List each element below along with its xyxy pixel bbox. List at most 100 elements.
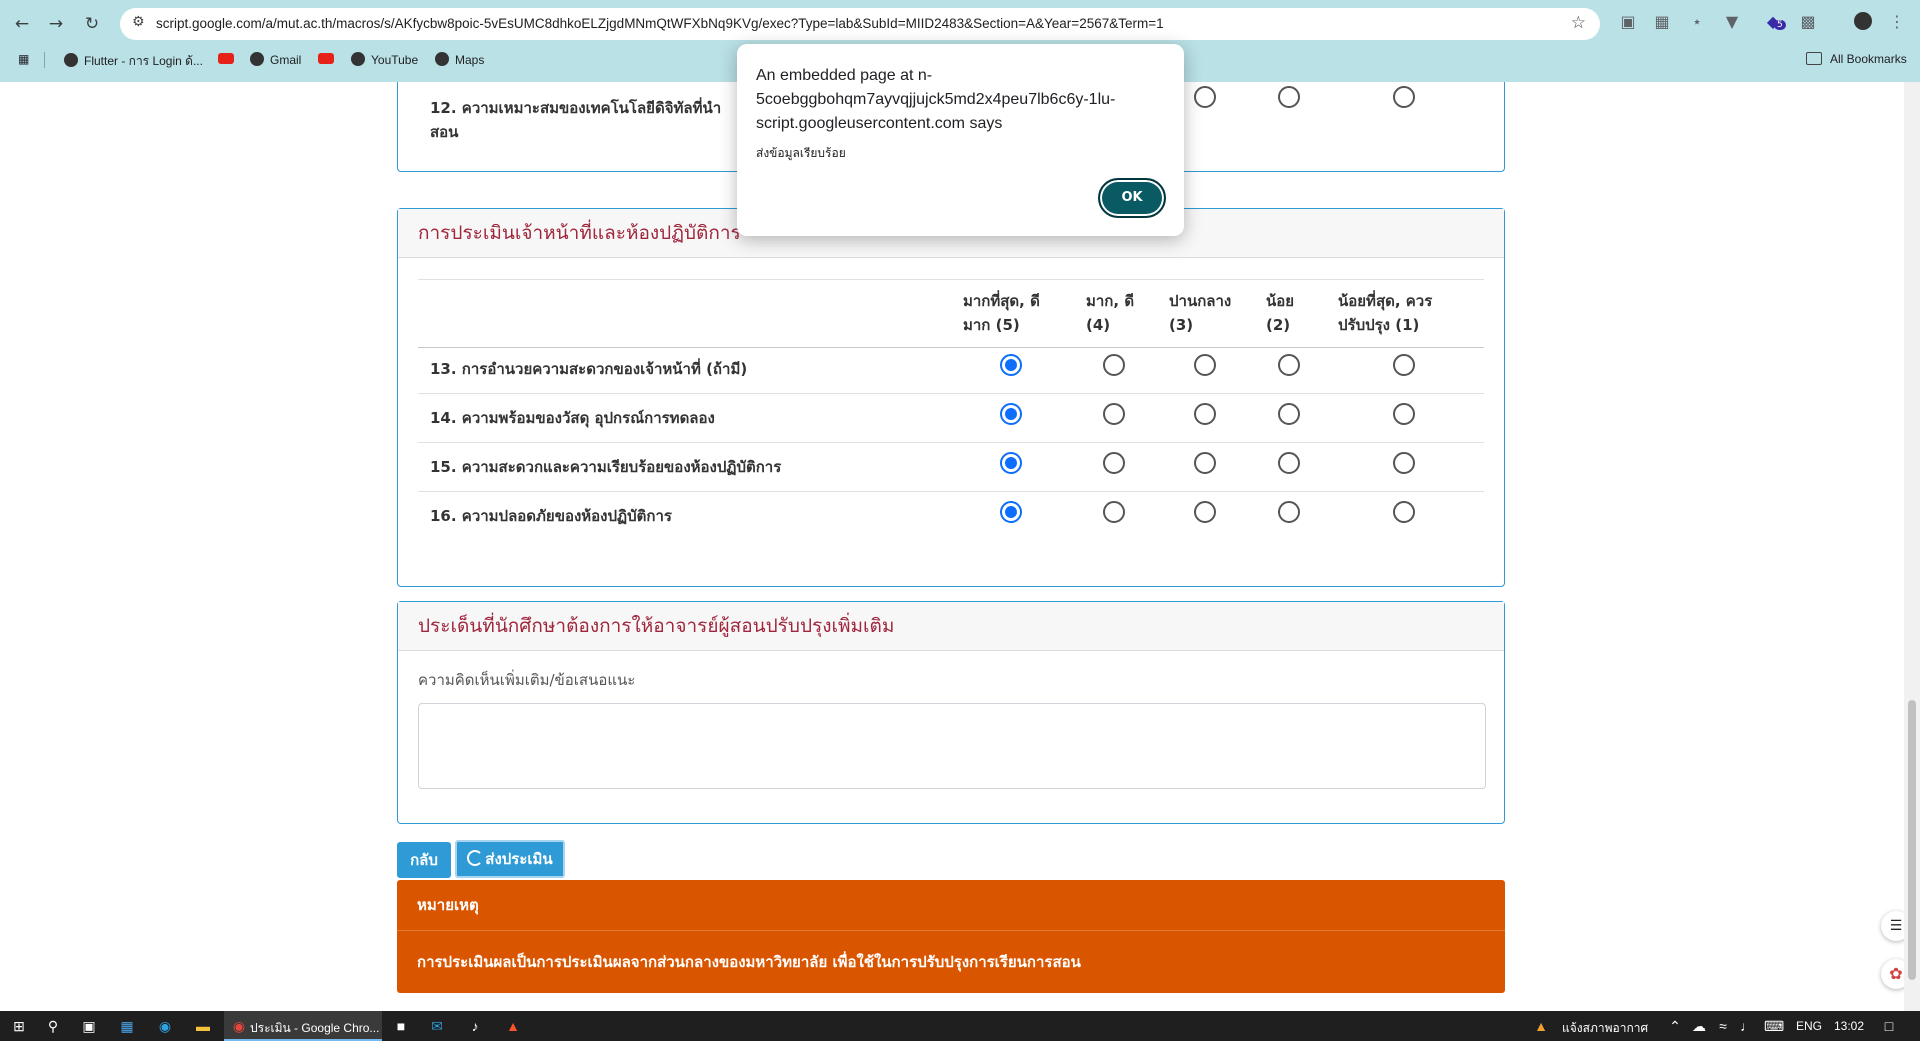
dialog-ok-button[interactable]: OK xyxy=(1098,178,1166,218)
column-header-4: มาก, ดี (4) xyxy=(1086,292,1135,334)
notification-icon[interactable]: □ xyxy=(1880,1017,1898,1035)
scrollbar-thumb[interactable] xyxy=(1908,700,1916,980)
dialog-title: An embedded page at n-5coebggbohqm7ayvqj… xyxy=(756,67,1116,132)
forward-arrow-icon[interactable]: → xyxy=(44,12,68,36)
radio-row12-1[interactable] xyxy=(1393,86,1415,108)
puzzle-icon[interactable]: ▩ xyxy=(1797,12,1819,31)
section-lab-evaluation: การประเมินเจ้าหน้าที่และห้องปฏิบัติการ ม… xyxy=(397,208,1505,587)
menu-kebab-icon[interactable]: ⋮ xyxy=(1886,12,1908,31)
radio-row16-4[interactable] xyxy=(1103,501,1125,523)
column-header-3: ปานกลาง (3) xyxy=(1169,292,1232,334)
search-icon[interactable]: ⚲ xyxy=(44,1017,62,1035)
notice-title: หมายเหตุ xyxy=(417,896,479,914)
row-14-label: 14. ความพร้อมของวัสดุ อุปกรณ์การทดลอง xyxy=(430,409,715,427)
extension-badge-icon[interactable]: ◆ 5 xyxy=(1762,12,1786,31)
ai-assistant-icon[interactable]: ✿ xyxy=(1881,959,1904,989)
reload-icon[interactable]: ↻ xyxy=(80,12,104,36)
weather-label[interactable]: แจ้งสภาพอากาศ xyxy=(1562,1019,1648,1038)
keyboard-icon[interactable]: ⌨ xyxy=(1764,1017,1784,1035)
bookmark-maps[interactable]: Maps xyxy=(435,52,484,67)
taskbar-chrome-window[interactable]: ◉ ประเมิน - Google Chro... xyxy=(224,1011,382,1041)
store-icon[interactable]: ▦ xyxy=(118,1017,136,1035)
globe-icon xyxy=(351,52,365,66)
address-bar[interactable]: ⚙ script.google.com/a/mut.ac.th/macros/s… xyxy=(120,8,1600,40)
page-scrollbar[interactable] xyxy=(1904,82,1920,1011)
weather-alert-icon[interactable]: ▲ xyxy=(1532,1017,1550,1035)
clock[interactable]: 13:02 xyxy=(1834,1019,1864,1033)
mail-icon[interactable]: ✉ xyxy=(428,1017,446,1035)
globe-icon xyxy=(435,52,449,66)
url-text[interactable]: script.google.com/a/mut.ac.th/macros/s/A… xyxy=(156,16,1164,31)
bookmark-label: Maps xyxy=(455,53,485,67)
file-explorer-icon[interactable]: ▬ xyxy=(194,1017,212,1035)
tiktok-icon[interactable]: ♪ xyxy=(466,1017,484,1035)
translate-icon[interactable]: ☰ xyxy=(1881,911,1904,941)
back-button[interactable]: กลับ xyxy=(397,842,451,878)
section-comment-title: ประเด็นที่นักศึกษาต้องการให้อาจารย์ผู้สอ… xyxy=(398,602,1504,651)
comment-textarea[interactable] xyxy=(418,703,1486,789)
bookmark-gmail[interactable]: Gmail xyxy=(250,52,301,67)
chevron-up-icon[interactable]: ⌃ xyxy=(1666,1017,1684,1035)
bookmark-label: Gmail xyxy=(270,53,302,67)
radio-row15-2[interactable] xyxy=(1278,452,1300,474)
dialog-message: ส่งข้อมูลเรียบร้อย xyxy=(756,146,846,160)
all-bookmarks[interactable]: All Bookmarks xyxy=(1806,52,1907,66)
radio-row12-3[interactable] xyxy=(1194,86,1216,108)
radio-row13-3[interactable] xyxy=(1194,354,1216,376)
edge-icon[interactable]: ◉ xyxy=(156,1017,174,1035)
back-arrow-icon[interactable]: ← xyxy=(10,12,34,36)
onedrive-icon[interactable]: ☁ xyxy=(1690,1017,1708,1035)
profile-avatar[interactable] xyxy=(1852,12,1874,34)
submit-label: ส่งประเมิน xyxy=(485,850,553,868)
all-bookmarks-label: All Bookmarks xyxy=(1830,52,1907,66)
radio-row15-1[interactable] xyxy=(1393,452,1415,474)
app-icon[interactable]: ■ xyxy=(392,1017,410,1035)
radio-row14-1[interactable] xyxy=(1393,403,1415,425)
radio-row14-5[interactable] xyxy=(1000,403,1022,425)
volume-icon[interactable]: ♩ xyxy=(1738,1017,1756,1035)
windows-start-icon[interactable]: ⊞ xyxy=(10,1017,28,1035)
column-header-2: น้อย (2) xyxy=(1266,292,1295,334)
youtube-icon[interactable] xyxy=(318,52,334,66)
table-header-border xyxy=(418,347,1484,348)
wifi-icon[interactable]: ≈ xyxy=(1714,1017,1732,1035)
radio-row16-2[interactable] xyxy=(1278,501,1300,523)
radio-row13-4[interactable] xyxy=(1103,354,1125,376)
bookmark-label: YouTube xyxy=(371,53,419,67)
globe-icon xyxy=(64,53,78,67)
row-12-label-line2: สอน xyxy=(430,123,459,141)
extension-icon[interactable]: ▦ xyxy=(1651,12,1673,31)
radio-row13-1[interactable] xyxy=(1393,354,1415,376)
row-15-label: 15. ความสะดวกและความเรียบร้อยของห้องปฏิบ… xyxy=(430,458,782,476)
radio-row13-5[interactable] xyxy=(1000,354,1022,376)
table-top-border xyxy=(418,279,1484,280)
notice-body: การประเมินผลเป็นการประเมินผลจากส่วนกลางข… xyxy=(417,953,1081,971)
radio-row16-5[interactable] xyxy=(1000,501,1022,523)
radio-row15-3[interactable] xyxy=(1194,452,1216,474)
extension-icon[interactable]: ⋆ xyxy=(1686,12,1708,31)
radio-row16-3[interactable] xyxy=(1194,501,1216,523)
bookmark-youtube[interactable]: YouTube xyxy=(351,52,418,67)
submit-button[interactable]: ส่งประเมิน xyxy=(455,840,565,878)
task-view-icon[interactable]: ▣ xyxy=(80,1017,98,1035)
radio-row13-2[interactable] xyxy=(1278,354,1300,376)
radio-row15-5[interactable] xyxy=(1000,452,1022,474)
radio-row12-2[interactable] xyxy=(1278,86,1300,108)
camera-icon[interactable]: ▣ xyxy=(1617,12,1639,31)
radio-row15-4[interactable] xyxy=(1103,452,1125,474)
radio-row16-1[interactable] xyxy=(1393,501,1415,523)
radio-row14-4[interactable] xyxy=(1103,403,1125,425)
site-info-icon[interactable]: ⚙ xyxy=(132,14,145,30)
brave-icon[interactable]: ▲ xyxy=(504,1017,522,1035)
bookmark-flutter[interactable]: Flutter - การ Login ด้... xyxy=(64,52,203,71)
youtube-icon[interactable] xyxy=(218,52,234,66)
apps-grid-icon[interactable]: ▦ xyxy=(18,52,29,66)
bookmark-star-icon[interactable]: ☆ xyxy=(1571,13,1586,33)
column-header-5: มากที่สุด, ดี มาก (5) xyxy=(963,292,1040,334)
language-indicator[interactable]: ENG xyxy=(1796,1019,1822,1033)
radio-row14-3[interactable] xyxy=(1194,403,1216,425)
extension-badge: 5 xyxy=(1774,20,1786,30)
globe-icon xyxy=(250,52,264,66)
radio-row14-2[interactable] xyxy=(1278,403,1300,425)
extension-icon[interactable]: ▼ xyxy=(1721,12,1743,31)
